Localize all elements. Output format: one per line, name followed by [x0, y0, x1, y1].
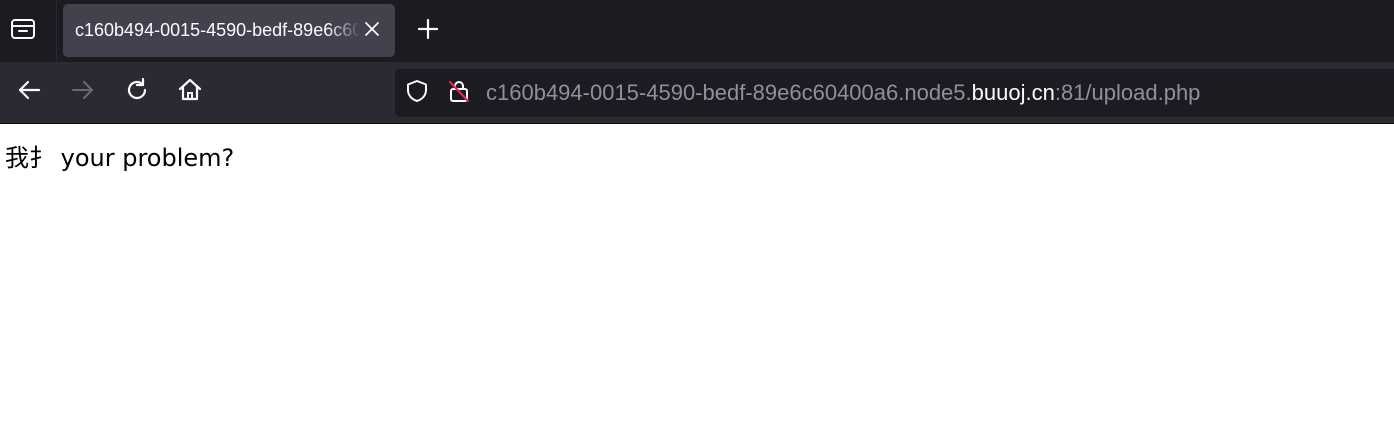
page-message: 我扌 your problem?	[5, 144, 235, 172]
tracking-protection-button[interactable]	[405, 79, 429, 108]
tab-bar: c160b494-0015-4590-bedf-89e6c60400a6.nod…	[0, 0, 1394, 62]
home-button[interactable]	[172, 74, 208, 110]
shield-icon	[405, 79, 429, 108]
url-bar[interactable]: c160b494-0015-4590-bedf-89e6c60400a6.nod…	[395, 69, 1394, 117]
tab-close-button[interactable]	[361, 20, 383, 42]
arrow-right-icon	[71, 78, 95, 107]
navigation-toolbar: c160b494-0015-4590-bedf-89e6c60400a6.nod…	[0, 62, 1394, 123]
tab-active[interactable]: c160b494-0015-4590-bedf-89e6c60400a6.nod…	[63, 4, 395, 57]
new-tab-button[interactable]	[410, 13, 446, 49]
arrow-left-icon	[17, 78, 41, 107]
tab-separator	[56, 0, 57, 62]
insecure-lock-icon	[447, 79, 471, 108]
reload-icon	[124, 77, 150, 108]
page-content: 我扌 your problem?	[0, 124, 1394, 429]
reload-button[interactable]	[119, 74, 155, 110]
tab-title: c160b494-0015-4590-bedf-89e6c60400a6.nod…	[75, 20, 361, 40]
home-icon	[177, 77, 203, 108]
url-domain: buuoj.cn	[971, 80, 1055, 105]
url-prefix: c160b494-0015-4590-bedf-89e6c60400a6.nod…	[486, 80, 972, 105]
tab-list-icon	[10, 17, 36, 46]
url-text[interactable]: c160b494-0015-4590-bedf-89e6c60400a6.nod…	[486, 69, 1200, 117]
tab-list-button[interactable]	[0, 0, 46, 62]
site-identity-button[interactable]	[447, 79, 471, 108]
forward-button[interactable]	[65, 74, 101, 110]
back-button[interactable]	[11, 74, 47, 110]
plus-icon	[417, 18, 439, 44]
url-suffix: :81/upload.php	[1054, 80, 1201, 105]
close-icon	[364, 21, 380, 42]
